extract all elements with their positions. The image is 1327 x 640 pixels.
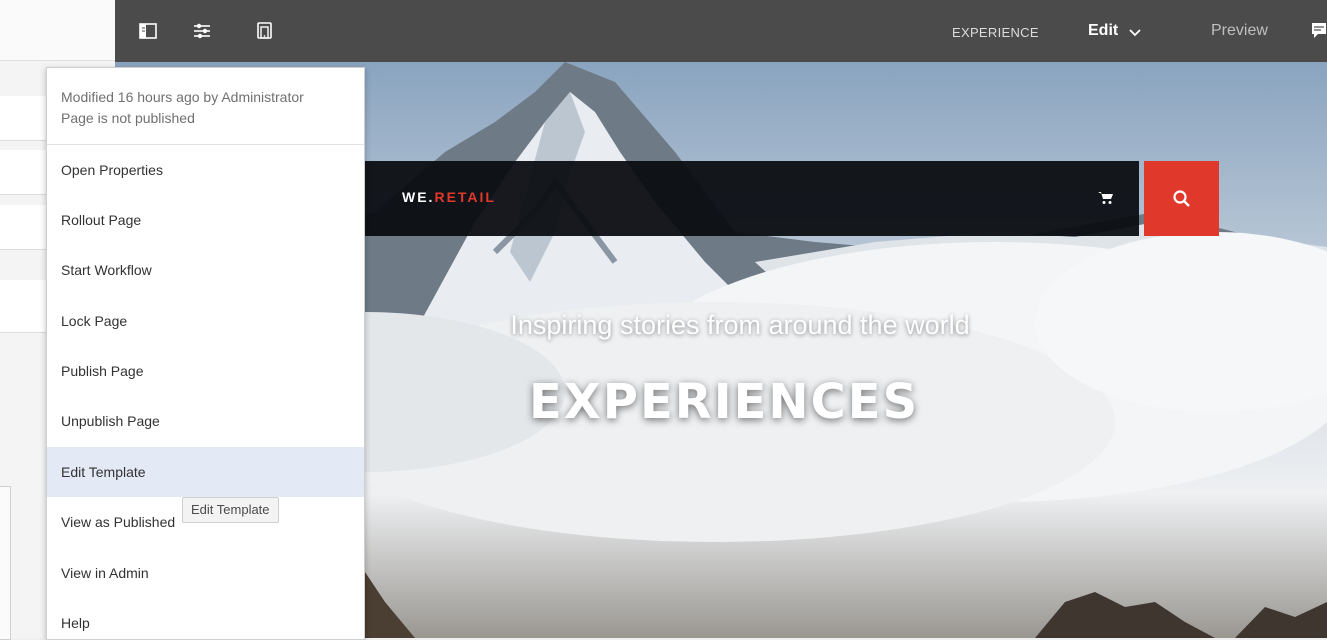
search-icon [1173,190,1190,207]
menu-item-lock-page[interactable]: Lock Page [47,296,364,346]
site-logo[interactable]: WE.RETAIL [402,189,496,205]
menu-item-open-properties[interactable]: Open Properties [47,145,364,195]
site-navigation-bar: WE.RETAIL [365,161,1139,236]
mode-selector[interactable]: Edit [1088,22,1118,40]
chevron-down-icon[interactable] [1125,23,1145,43]
page-information-menu: Modified 16 hours ago by Administrator P… [46,67,365,640]
annotation-icon[interactable] [1311,21,1327,41]
menu-item-publish-page[interactable]: Publish Page [47,346,364,396]
hero-subtitle: Inspiring stories from around the world [510,310,970,340]
modified-text: Modified 16 hours ago by Administrator [61,89,304,105]
side-panel-toggle-icon[interactable] [138,21,158,41]
sliders-icon[interactable] [192,21,212,41]
menu-item-unpublish-page[interactable]: Unpublish Page [47,396,364,446]
page-status-info: Modified 16 hours ago by Administrator P… [61,87,304,129]
device-emulator-icon[interactable] [255,21,275,41]
menu-item-help[interactable]: Help [47,598,364,639]
logo-prefix: WE. [402,189,435,205]
menu-item-start-workflow[interactable]: Start Workflow [47,245,364,295]
menu-item-rollout-page[interactable]: Rollout Page [47,195,364,245]
tooltip: Edit Template [182,497,279,523]
site-search-button[interactable] [1144,161,1219,236]
preview-button[interactable]: Preview [1211,22,1268,40]
editor-toolbar: EXPERIENCE Edit Preview [115,0,1327,62]
context-label: EXPERIENCE [952,25,1039,40]
side-panel-scroll-area[interactable] [0,486,11,640]
publish-status: Page is not published [61,110,195,126]
menu-item-view-in-admin[interactable]: View in Admin [47,548,364,598]
shopping-cart-icon[interactable] [1098,191,1114,205]
side-panel-header [0,0,115,61]
hero-title: EXPERIENCES [529,374,920,430]
logo-accent: RETAIL [434,189,496,205]
menu-item-edit-template[interactable]: Edit Template [47,447,364,497]
